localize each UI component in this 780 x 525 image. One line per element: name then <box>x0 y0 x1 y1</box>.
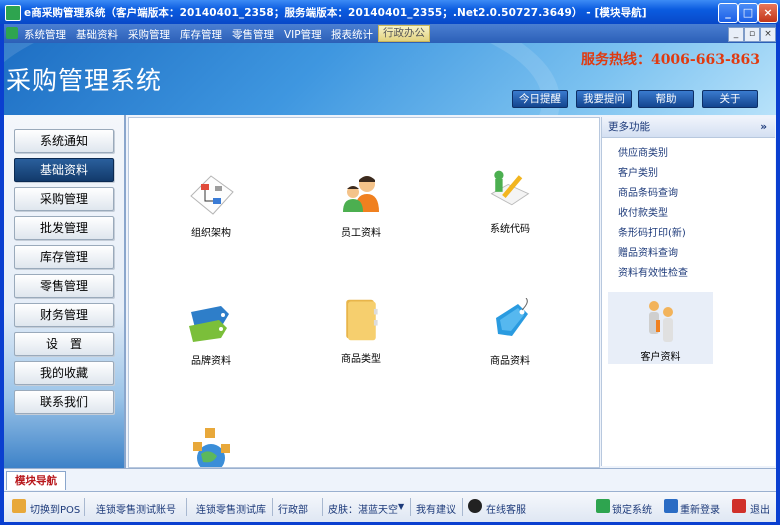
today-reminder-button[interactable]: 今日提醒 <box>512 90 568 108</box>
online-service-button[interactable]: 在线客服 <box>486 501 526 516</box>
module-globe[interactable] <box>156 422 266 467</box>
ask-question-button[interactable]: 我要提问 <box>576 90 632 108</box>
menu-retail[interactable]: 零售管理 <box>232 27 274 42</box>
folder-icon <box>346 299 378 341</box>
link-barcode-query[interactable]: 商品条码查询 <box>618 184 678 199</box>
module-product-types[interactable]: 商品类型 <box>306 296 416 365</box>
window-title: e商采购管理系统（客户端版本：20140401_2358；服务端版本：20140… <box>24 7 647 19</box>
lock-icon <box>596 499 610 513</box>
menu-app-icon <box>6 27 18 39</box>
exit-icon <box>732 499 746 513</box>
customer-data-tile[interactable]: 客户资料 <box>608 292 713 364</box>
module-label: 品牌资料 <box>191 356 231 367</box>
menu-system[interactable]: 系统管理 <box>24 27 66 42</box>
skin-dropdown-arrow-icon[interactable]: ▼ <box>398 502 404 511</box>
nav-wholesale[interactable]: 批发管理 <box>14 216 114 240</box>
app-icon <box>5 5 21 21</box>
nav-contact[interactable]: 联系我们 <box>14 390 114 414</box>
tab-module-navigation[interactable]: 模块导航 <box>6 471 66 490</box>
brand-tags-icon <box>189 306 229 342</box>
product-tag-icon <box>496 298 528 336</box>
module-label: 系统代码 <box>490 224 530 235</box>
hotline-text: 服务热线：4006-663-863 <box>580 52 760 68</box>
title-bar: e商采购管理系统（客户端版本：20140401_2358；服务端版本：20140… <box>0 0 780 24</box>
about-button[interactable]: 关于 <box>702 90 758 108</box>
pos-icon <box>12 499 26 513</box>
minimize-button[interactable]: _ <box>718 3 738 23</box>
relogin-icon <box>664 499 678 513</box>
mdi-minimize-button[interactable]: _ <box>728 27 744 42</box>
module-system-codes[interactable]: 系统代码 <box>455 166 565 235</box>
link-barcode-print[interactable]: 条形码打印(新) <box>618 224 686 239</box>
exit-button[interactable]: 退出 <box>750 501 770 516</box>
link-data-validity-check[interactable]: 资料有效性检查 <box>618 264 688 279</box>
module-employees[interactable]: 员工资料 <box>306 170 416 239</box>
module-brands[interactable]: 品牌资料 <box>156 298 266 367</box>
nav-settings[interactable]: 设 置 <box>14 332 114 356</box>
link-customer-category[interactable]: 客户类别 <box>618 164 658 179</box>
account-label: 连锁零售测试账号 <box>96 505 176 516</box>
module-label: 组织架构 <box>191 228 231 239</box>
menu-inventory[interactable]: 库存管理 <box>180 27 222 42</box>
link-payment-type[interactable]: 收付款类型 <box>618 204 668 219</box>
store-label: 连锁零售测试库 <box>196 505 266 516</box>
more-functions-title: 更多功能 <box>608 121 650 133</box>
nav-finance[interactable]: 财务管理 <box>14 303 114 327</box>
customers-icon <box>649 301 673 342</box>
menu-office[interactable]: 行政办公 <box>378 25 430 42</box>
divider <box>186 498 187 516</box>
module-label: 商品类型 <box>341 354 381 365</box>
system-code-icon <box>490 170 530 206</box>
more-functions-panel: 更多功能 » 供应商类别 客户类别 商品条码查询 收付款类型 条形码打印(新) … <box>601 117 775 466</box>
link-gift-query[interactable]: 赠品资料查询 <box>618 244 678 259</box>
maximize-button[interactable]: □ <box>738 3 758 23</box>
module-products[interactable]: 商品资料 <box>455 298 565 367</box>
lock-system-button[interactable]: 锁定系统 <box>612 501 652 516</box>
link-supplier-category[interactable]: 供应商类别 <box>618 144 668 159</box>
relogin-button[interactable]: 重新登录 <box>680 501 720 516</box>
globe-icon <box>193 428 230 467</box>
menu-purchase[interactable]: 采购管理 <box>128 27 170 42</box>
app-name: 采购管理系统 <box>6 66 163 95</box>
header-banner: 采购管理系统 服务热线：4006-663-863 今日提醒 我要提问 帮助 关于 <box>4 43 776 115</box>
app-window: e商采购管理系统（客户端版本：20140401_2358；服务端版本：20140… <box>0 0 780 525</box>
employees-icon <box>343 176 379 212</box>
module-label: 员工资料 <box>341 228 381 239</box>
divider <box>272 498 273 516</box>
mdi-restore-button[interactable]: ▫ <box>744 27 760 42</box>
close-button[interactable]: × <box>758 3 778 23</box>
dept-label: 行政部 <box>278 505 308 516</box>
menu-base-data[interactable]: 基础资料 <box>76 27 118 42</box>
nav-retail[interactable]: 零售管理 <box>14 274 114 298</box>
divider <box>462 498 463 516</box>
divider <box>322 498 323 516</box>
collapse-chevron-icon[interactable]: » <box>760 117 767 137</box>
skin-dropdown[interactable]: 皮肤：湛蓝天空 <box>328 501 398 516</box>
menu-vip[interactable]: VIP管理 <box>284 27 322 42</box>
suggest-button[interactable]: 我有建议 <box>416 501 456 516</box>
nav-system-notice[interactable]: 系统通知 <box>14 129 114 153</box>
divider <box>84 498 85 516</box>
mdi-close-button[interactable]: × <box>760 27 776 42</box>
status-bar: 切换到POS 连锁零售测试账号 连锁零售测试库 行政部 皮肤：湛蓝天空 ▼ 我有… <box>4 491 776 522</box>
menu-bar: 系统管理 基础资料 采购管理 库存管理 零售管理 VIP管理 报表统计 行政办公… <box>4 24 776 43</box>
nav-purchase[interactable]: 采购管理 <box>14 187 114 211</box>
nav-inventory[interactable]: 库存管理 <box>14 245 114 269</box>
menu-reports[interactable]: 报表统计 <box>331 27 373 42</box>
tab-strip: 模块导航 <box>4 468 776 491</box>
module-org-structure[interactable]: 组织架构 <box>156 170 266 239</box>
left-nav: 系统通知 基础资料 采购管理 批发管理 库存管理 零售管理 财务管理 设 置 我… <box>4 115 126 468</box>
help-button[interactable]: 帮助 <box>638 90 694 108</box>
customer-data-label: 客户资料 <box>640 352 681 363</box>
qq-icon <box>468 499 482 513</box>
nav-favorites[interactable]: 我的收藏 <box>14 361 114 385</box>
divider <box>410 498 411 516</box>
org-chart-icon <box>190 175 234 215</box>
module-label: 商品资料 <box>490 356 530 367</box>
switch-pos-button[interactable]: 切换到POS <box>30 501 80 516</box>
more-functions-header: 更多功能 » <box>602 117 775 138</box>
module-panel: 组织架构 员工资料 系统代码 品牌资料 商品类型 商品资料 <box>128 117 600 468</box>
nav-base-data[interactable]: 基础资料 <box>14 158 114 182</box>
